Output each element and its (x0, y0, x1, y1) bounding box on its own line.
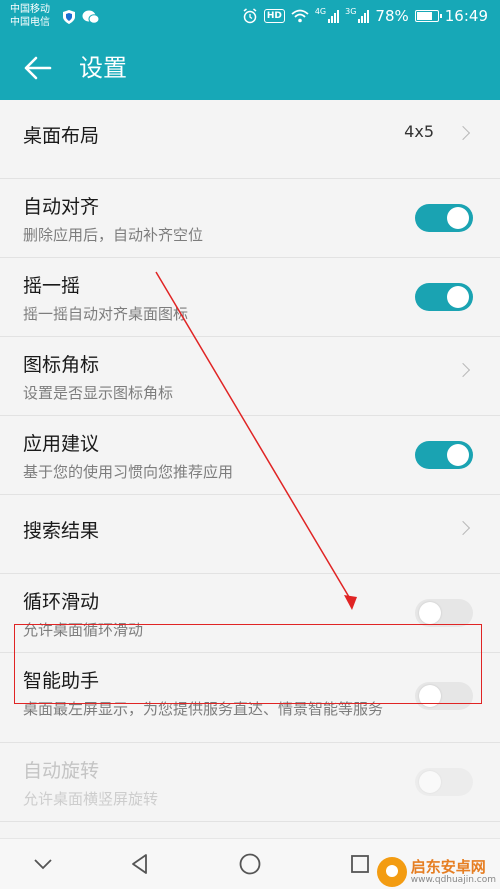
network-type-2: 3G (345, 7, 357, 16)
carrier-1: 中国移动 (10, 4, 50, 15)
toggle-knob (419, 602, 441, 624)
watermark-url: www.qdhuajin.com (410, 875, 496, 885)
toggle-knob (419, 685, 441, 707)
setting-row-icon-badge[interactable]: 图标角标 设置是否显示图标角标 (0, 337, 500, 416)
setting-subtitle: 基于您的使用习惯向您推荐应用 (23, 463, 234, 481)
setting-title: 搜索结果 (23, 520, 100, 542)
setting-row-shake[interactable]: 摇一摇 摇一摇自动对齐桌面图标 (0, 258, 500, 337)
setting-row-search-results[interactable]: 搜索结果 (0, 495, 500, 574)
toggle-knob (447, 286, 469, 308)
setting-value: 4x5 (404, 122, 434, 141)
chevron-right-icon (455, 362, 471, 378)
shake-toggle[interactable] (415, 283, 473, 311)
network-type-1: 4G (314, 7, 327, 16)
setting-subtitle: 允许桌面横竖屏旋转 (23, 790, 159, 808)
setting-subtitle: 桌面最左屏显示，为您提供服务直达、情景智能等服务 (23, 700, 384, 718)
setting-title: 图标角标 (23, 354, 100, 376)
shield-icon (63, 10, 75, 24)
recents-square-icon[interactable] (345, 849, 375, 879)
setting-subtitle: 删除应用后，自动补齐空位 (23, 226, 204, 244)
signal-bars-1-icon (328, 9, 340, 23)
setting-title: 循环滑动 (23, 591, 100, 613)
setting-title: 智能助手 (23, 670, 100, 692)
watermark-logo-icon (376, 857, 407, 887)
setting-title: 桌面布局 (23, 125, 100, 147)
back-arrow-icon[interactable] (22, 53, 54, 83)
setting-row-app-suggestions[interactable]: 应用建议 基于您的使用习惯向您推荐应用 (0, 416, 500, 495)
battery-percent: 78% (375, 7, 409, 25)
signal-bars-2-icon (358, 9, 370, 23)
clock: 16:49 (444, 7, 488, 25)
watermark-name: 启东安卓网 (410, 858, 486, 876)
auto-align-toggle[interactable] (415, 204, 473, 232)
navigation-bar: 启东安卓网 www.qdhuajin.com (0, 838, 500, 889)
chevron-right-icon (455, 520, 471, 536)
toggle-knob (447, 207, 469, 229)
alarm-icon (243, 8, 257, 24)
setting-subtitle: 设置是否显示图标角标 (23, 384, 174, 402)
setting-row-desktop-layout[interactable]: 桌面布局 4x5 (0, 100, 500, 179)
setting-row-auto-rotate: 自动旋转 允许桌面横竖屏旋转 (0, 743, 500, 822)
settings-list: 桌面布局 4x5 自动对齐 删除应用后，自动补齐空位 摇一摇 摇一摇自动对齐桌面… (0, 100, 500, 822)
wifi-icon (291, 9, 309, 23)
app-suggestions-toggle[interactable] (415, 441, 473, 469)
watermark: 启东安卓网 www.qdhuajin.com (376, 857, 496, 887)
carrier-2: 中国电信 (10, 17, 50, 28)
notification-icons (62, 9, 100, 25)
setting-title: 自动旋转 (23, 760, 100, 782)
toggle-knob (447, 444, 469, 466)
status-right: HD 4G 3G 78% 16:49 (242, 7, 488, 25)
chevron-right-icon (455, 125, 471, 141)
setting-title: 自动对齐 (23, 196, 100, 218)
hd-badge: HD (263, 9, 285, 23)
status-bar: 中国移动 中国电信 HD 4G 3G 78% 16:49 (0, 0, 500, 36)
page-title: 设置 (79, 54, 127, 82)
back-triangle-icon[interactable] (125, 849, 155, 879)
setting-title: 应用建议 (23, 433, 100, 455)
carrier-info: 中国移动 中国电信 (10, 3, 50, 29)
setting-subtitle: 允许桌面循环滑动 (23, 621, 144, 639)
toggle-knob (419, 771, 441, 793)
setting-row-auto-align[interactable]: 自动对齐 删除应用后，自动补齐空位 (0, 179, 500, 258)
app-bar: 设置 (0, 36, 500, 100)
setting-title: 摇一摇 (23, 275, 81, 297)
setting-row-smart-assistant[interactable]: 智能助手 桌面最左屏显示，为您提供服务直达、情景智能等服务 (0, 653, 500, 743)
chevron-down-icon[interactable] (28, 849, 58, 879)
wechat-icon (82, 10, 100, 24)
battery-icon (414, 10, 442, 22)
home-circle-icon[interactable] (235, 849, 265, 879)
loop-scroll-toggle[interactable] (415, 599, 473, 627)
auto-rotate-toggle (415, 768, 473, 796)
setting-subtitle: 摇一摇自动对齐桌面图标 (23, 305, 189, 323)
watermark-text: 启东安卓网 www.qdhuajin.com (411, 859, 496, 885)
setting-row-loop-scroll[interactable]: 循环滑动 允许桌面循环滑动 (0, 574, 500, 653)
smart-assistant-toggle[interactable] (415, 682, 473, 710)
